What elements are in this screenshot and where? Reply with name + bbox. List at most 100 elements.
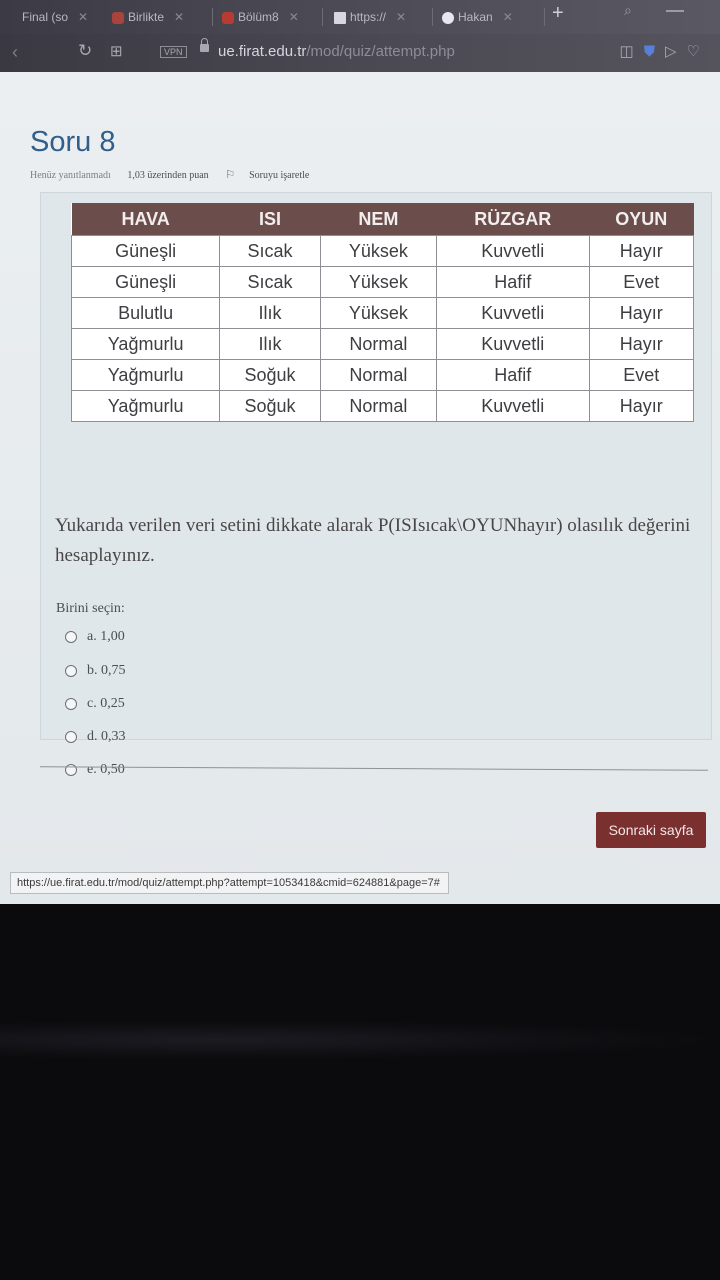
table-cell: Normal bbox=[319, 359, 437, 391]
back-icon[interactable]: ‹ bbox=[12, 42, 18, 63]
column-header: RÜZGAR bbox=[436, 203, 590, 236]
search-icon[interactable]: ⌕ bbox=[624, 2, 632, 19]
url-host: ue.firat.edu.tr bbox=[218, 43, 307, 60]
radio-button[interactable] bbox=[65, 731, 77, 743]
vpn-badge[interactable]: VPN bbox=[160, 46, 187, 58]
quiz-page: Soru 8 Henüz yanıtlanmadı 1,03 üzerinden… bbox=[0, 72, 720, 904]
table-cell: Hayır bbox=[588, 235, 695, 267]
option-label[interactable]: b. 0,75 bbox=[87, 663, 126, 679]
answer-option-d[interactable]: d. 0,33 bbox=[65, 729, 126, 745]
table-cell: Hayır bbox=[588, 297, 695, 329]
heart-icon[interactable]: ♡ bbox=[687, 43, 710, 60]
radio-button[interactable] bbox=[65, 698, 77, 710]
table-cell: Hafif bbox=[435, 266, 590, 298]
table-row: Güneşli Sıcak Yüksek Hafif Evet bbox=[70, 266, 695, 298]
table-cell: Normal bbox=[319, 328, 437, 360]
table-cell: Ilık bbox=[219, 328, 321, 360]
url-field[interactable]: ue.firat.edu.tr/mod/quiz/attempt.php bbox=[218, 43, 455, 60]
tab-hakan[interactable]: Hakan ✕ bbox=[442, 6, 538, 28]
table-cell: Sıcak bbox=[219, 266, 321, 298]
table-cell: Yüksek bbox=[319, 297, 437, 329]
column-header: NEM bbox=[320, 203, 437, 236]
question-text: Yukarıda verilen veri setini dikkate ala… bbox=[55, 515, 691, 566]
reload-icon[interactable]: ↻ bbox=[78, 41, 92, 61]
column-header: OYUN bbox=[589, 203, 694, 236]
tab-https[interactable]: https:// ✕ bbox=[334, 6, 430, 28]
tab-separator bbox=[322, 8, 323, 26]
tab-separator bbox=[432, 8, 433, 26]
table-row: Yağmurlu Soğuk Normal Hafif Evet bbox=[70, 359, 695, 391]
tab-label: https:// bbox=[350, 10, 387, 24]
tab-final[interactable]: Final (so ✕ bbox=[22, 6, 104, 28]
document-icon bbox=[334, 11, 346, 24]
table-cell: Kuvvetli bbox=[435, 328, 590, 360]
tab-birlikte[interactable]: Birlikte ✕ bbox=[112, 6, 208, 28]
question-points: 1,03 üzerinden puan bbox=[127, 170, 209, 181]
youtube-icon bbox=[112, 11, 124, 24]
close-icon[interactable]: ✕ bbox=[289, 10, 299, 24]
table-row: Yağmurlu Ilık Normal Kuvvetli Hayır bbox=[70, 328, 695, 360]
flag-label: Soruyu işaretle bbox=[249, 170, 310, 181]
table-cell: Kuvvetli bbox=[435, 390, 590, 422]
table-cell: Yağmurlu bbox=[70, 328, 221, 360]
next-page-button[interactable]: Sonraki sayfa bbox=[596, 812, 706, 848]
table-cell: Hayır bbox=[588, 328, 695, 360]
table-cell: Hafif bbox=[435, 359, 590, 391]
table-cell: Sıcak bbox=[219, 235, 321, 267]
github-icon bbox=[442, 11, 454, 24]
option-label[interactable]: e. 0,50 bbox=[87, 762, 125, 778]
option-label[interactable]: a. 1,00 bbox=[87, 629, 125, 645]
table-cell: Kuvvetli bbox=[435, 297, 590, 329]
speed-dial-icon[interactable]: ⊞ bbox=[110, 42, 123, 60]
divider bbox=[40, 766, 708, 771]
choose-prompt: Birini seçin: bbox=[56, 601, 125, 616]
table-cell: Yağmurlu bbox=[70, 359, 221, 391]
send-icon[interactable]: ▷ bbox=[665, 43, 687, 60]
table-row: Güneşli Sıcak Yüksek Kuvvetli Hayır bbox=[70, 235, 695, 267]
table-cell: Ilık bbox=[219, 297, 321, 329]
radio-button[interactable] bbox=[65, 631, 77, 643]
url-path: /mod/quiz/attempt.php bbox=[306, 43, 455, 60]
close-icon[interactable]: ✕ bbox=[78, 10, 88, 24]
table-row: Bulutlu Ilık Yüksek Kuvvetli Hayır bbox=[70, 297, 695, 329]
answer-option-a[interactable]: a. 1,00 bbox=[65, 629, 125, 645]
status-bar-url: https://ue.firat.edu.tr/mod/quiz/attempt… bbox=[10, 872, 449, 894]
answer-option-b[interactable]: b. 0,75 bbox=[65, 663, 126, 679]
question-box: HAVA ISI NEM RÜZGAR OYUN Güneşli Sıcak Y… bbox=[40, 192, 712, 777]
tab-label: Bölüm8 bbox=[238, 10, 279, 24]
table-cell: Bulutlu bbox=[70, 297, 221, 329]
shield-icon[interactable]: ⛊ bbox=[644, 43, 665, 60]
table-cell: Kuvvetli bbox=[435, 235, 590, 267]
question-title: Soru 8 bbox=[30, 126, 116, 158]
address-bar-icons: ◫⛊▷♡ bbox=[620, 42, 710, 60]
tab-separator bbox=[212, 8, 213, 26]
lock-icon[interactable] bbox=[200, 38, 209, 52]
close-icon[interactable]: ✕ bbox=[503, 10, 513, 24]
close-icon[interactable]: ✕ bbox=[174, 10, 184, 24]
column-header: ISI bbox=[219, 203, 321, 236]
table-cell: Evet bbox=[588, 359, 695, 391]
minimize-icon[interactable] bbox=[666, 10, 684, 12]
question-info: Henüz yanıtlanmadı 1,03 üzerinden puan ⚐… bbox=[30, 168, 337, 181]
tab-bolum8[interactable]: Bölüm8 ✕ bbox=[222, 6, 320, 28]
address-bar: ‹ ↻ ⊞ VPN ue.firat.edu.tr/mod/quiz/attem… bbox=[0, 34, 720, 72]
table-cell: Soğuk bbox=[219, 390, 321, 422]
table-cell: Yüksek bbox=[319, 235, 437, 267]
camera-icon[interactable]: ◫ bbox=[620, 43, 644, 60]
question-status: Henüz yanıtlanmadı bbox=[30, 170, 111, 181]
option-label[interactable]: d. 0,33 bbox=[87, 729, 126, 745]
radio-button[interactable] bbox=[65, 665, 77, 677]
table-row: Yağmurlu Soğuk Normal Kuvvetli Hayır bbox=[70, 390, 695, 422]
data-table: HAVA ISI NEM RÜZGAR OYUN Güneşli Sıcak Y… bbox=[70, 203, 695, 422]
flag-question-link[interactable]: ⚐ Soruyu işaretle bbox=[225, 169, 323, 181]
answer-option-e[interactable]: e. 0,50 bbox=[65, 762, 125, 778]
close-icon[interactable]: ✕ bbox=[396, 10, 406, 24]
answer-option-c[interactable]: c. 0,25 bbox=[65, 696, 125, 712]
flag-icon: ⚐ bbox=[225, 169, 236, 181]
tab-label: Birlikte bbox=[128, 10, 165, 24]
tab-separator bbox=[544, 8, 545, 26]
option-label[interactable]: c. 0,25 bbox=[87, 696, 125, 712]
new-tab-button[interactable]: + bbox=[552, 2, 564, 25]
tab-label: Final (so bbox=[22, 10, 69, 24]
column-header: HAVA bbox=[71, 203, 220, 236]
